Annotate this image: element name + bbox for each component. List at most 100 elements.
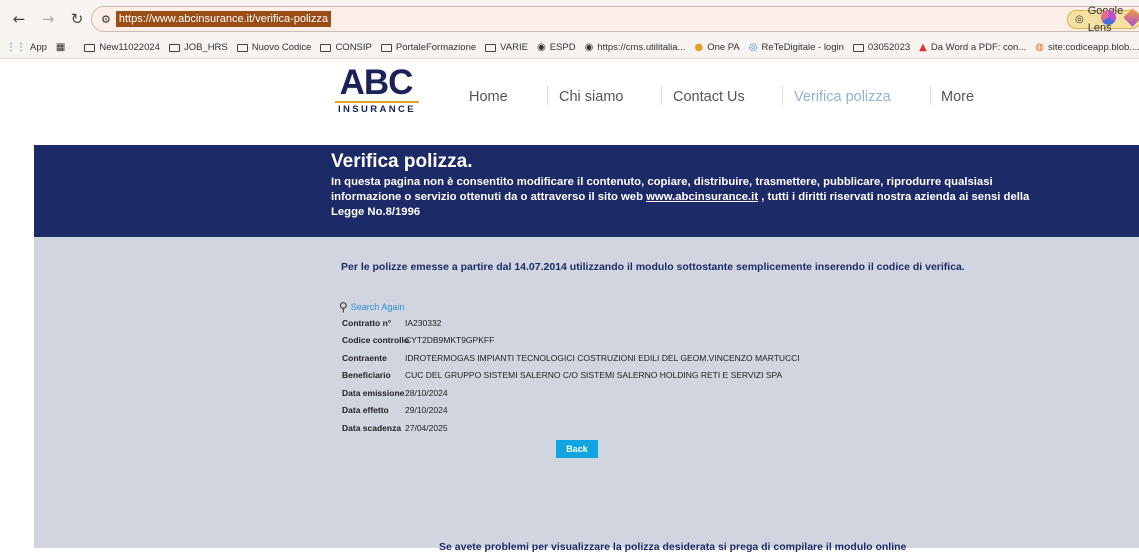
bookmark-item[interactable]: JOB_HRS (168, 42, 228, 53)
site-icon: ◍ (1035, 41, 1044, 53)
pdf-icon: ▲ (919, 41, 927, 53)
bookmark-label: Nuovo Codice (251, 42, 312, 53)
back-button[interactable]: Back (556, 440, 598, 458)
search-icon: ⚲ (339, 300, 348, 314)
site-link[interactable]: www.abcinsurance.it (646, 191, 758, 203)
policy-details: Contratto n° IA230332 Codice controllo CYT2… (331, 314, 800, 437)
menu-verifica-polizza[interactable]: Verifica polizza (794, 89, 891, 105)
detail-value: 28/10/2024 (405, 387, 448, 398)
bookmark-label: CONSIP (335, 42, 372, 53)
detail-value: IDROTERMOGAS IMPIANTI TECNOLOGICI COSTRU… (405, 352, 800, 363)
detail-label: Beneficiario (342, 370, 391, 381)
bookmark-item[interactable]: ◉ https://cms.utilitalia... (585, 42, 686, 53)
bookmark-label: https://cms.utilitalia... (597, 42, 686, 53)
bookmark-item[interactable]: ● One PA (694, 42, 739, 53)
bookmark-item[interactable]: ◎ ReTeDigitale - login (749, 42, 844, 53)
menu-more[interactable]: More (941, 89, 974, 105)
bookmark-label: PortaleFormazione (395, 42, 477, 53)
apps-grid-icon: ⋮⋮ (6, 41, 26, 53)
retedigitale-icon: ◎ (748, 41, 758, 53)
folder-icon (852, 43, 864, 52)
bookmark-label: ReTeDigitale - login (761, 42, 844, 53)
bookmark-item[interactable]: CONSIP (320, 42, 372, 53)
detail-row: Contratto n° IA230332 (331, 314, 800, 332)
detail-label: Contraente (342, 352, 387, 363)
web-page: ABC INSURANCE Home Chi siamo Contact Us … (0, 59, 1139, 553)
page-title: Verifica polizza. (331, 151, 473, 172)
bookmark-label: App (30, 42, 47, 53)
menu-home[interactable]: Home (469, 89, 508, 105)
bookmark-item[interactable]: PortaleFormazione (380, 42, 477, 53)
folder-icon (485, 43, 497, 52)
onepa-icon: ● (694, 41, 704, 53)
detail-row: Codice controllo CYT2DB9MKT9GPKFF (331, 332, 800, 350)
reload-icon[interactable]: ↻ (66, 10, 88, 28)
detail-value: 29/10/2024 (405, 405, 448, 416)
globe-icon: ◉ (584, 41, 594, 53)
folder-icon (320, 43, 332, 52)
bookmark-item[interactable]: ▦ (55, 41, 66, 53)
menu-chi-siamo[interactable]: Chi siamo (559, 89, 623, 105)
bookmarks-bar: ⋮⋮ App ▦ New11022024 JOB_HRS Nuovo Codice CONS… (0, 37, 1139, 59)
footer-note: Se avete problemi per visualizzare la po… (439, 541, 907, 553)
detail-row: Data scadenza 27/04/2025 (331, 419, 800, 437)
bookmark-label: New11022024 (99, 42, 160, 53)
hero-banner: Verifica polizza. In questa pagina non è… (34, 145, 1139, 237)
folder-icon (236, 43, 248, 52)
folder-icon (380, 43, 392, 52)
browser-toolbar: ← → ↻ ⚙ https://www.abcinsurance.it/veri… (0, 0, 1139, 37)
lens-icon: ◎ (1075, 14, 1084, 25)
bookmark-item[interactable]: VARIE (485, 42, 528, 53)
bookmark-item[interactable]: 03052023 (852, 42, 911, 53)
detail-value: CUC DEL GRUPPO SISTEMI SALERNO C/O SISTE… (405, 370, 783, 381)
menu-divider (782, 86, 783, 105)
folder-icon (84, 43, 96, 52)
detail-label: Data emissione (342, 387, 405, 398)
detail-row: Data emissione 28/10/2024 (331, 384, 800, 402)
detail-value: CYT2DB9MKT9GPKFF (405, 335, 495, 346)
disclaimer-text: In questa pagina non è consentito modifi… (331, 175, 1051, 220)
abc-insurance-logo[interactable]: ABC INSURANCE (333, 65, 419, 115)
detail-row: Beneficiario CUC DEL GRUPPO SISTEMI SALER… (331, 367, 800, 385)
logo-subtext: INSURANCE (335, 101, 419, 115)
intro-text: Per le polizze emesse a partire dal 14.0… (341, 261, 965, 273)
menu-divider (547, 86, 548, 105)
bookmark-item[interactable]: ▲ Da Word a PDF: con... (919, 42, 1026, 53)
detail-label: Data effetto (342, 405, 389, 416)
bookmark-label: 03052023 (867, 42, 911, 53)
detail-label: Contratto n° (342, 317, 392, 328)
folder-icon (168, 43, 180, 52)
forward-arrow-icon[interactable]: → (37, 10, 59, 28)
globe-icon: ◉ (536, 41, 546, 53)
bookmark-label: One PA (707, 42, 740, 53)
bookmark-item[interactable]: ◉ ESPD (537, 42, 576, 53)
site-info-icon[interactable]: ⚙ (101, 13, 111, 26)
back-arrow-icon[interactable]: ← (8, 10, 30, 28)
menu-divider (661, 86, 662, 105)
verification-panel: Per le polizze emesse a partire dal 14.0… (34, 237, 1139, 553)
bookmark-label: ESPD (549, 42, 576, 53)
menu-divider (930, 86, 931, 105)
search-again-link[interactable]: ⚲ Search Again (339, 300, 404, 314)
bookmark-item[interactable]: ◍ site:codiceapp.blob.... (1035, 42, 1139, 53)
detail-value: IA230332 (405, 317, 442, 328)
menu-contact-us[interactable]: Contact Us (673, 89, 745, 105)
detail-value: 27/04/2025 (405, 422, 448, 433)
bookmark-label: VARIE (500, 42, 528, 53)
detail-row: Contraente IDROTERMOGAS IMPIANTI TECNOLOG… (331, 349, 800, 367)
bookmark-item[interactable]: Nuovo Codice (236, 42, 312, 53)
detail-label: Codice controllo (342, 335, 410, 346)
url-text[interactable]: https://www.abcinsurance.it/verifica-pol… (115, 11, 331, 27)
search-again-label: Search Again (350, 302, 405, 312)
bookmark-label: Da Word a PDF: con... (930, 42, 1027, 53)
tab-groups-icon: ▦ (55, 41, 66, 53)
extension-icon[interactable] (1101, 10, 1116, 25)
bookmark-item[interactable]: New11022024 (84, 42, 160, 53)
detail-label: Data scadenza (342, 422, 402, 433)
address-bar[interactable]: ⚙ https://www.abcinsurance.it/verifica-p… (91, 5, 1139, 34)
bookmark-item[interactable]: ⋮⋮ App (6, 42, 47, 53)
logo-text: ABC (339, 63, 414, 102)
bookmark-label: site:codiceapp.blob.... (1048, 42, 1139, 53)
detail-row: Data effetto 29/10/2024 (331, 402, 800, 420)
bookmark-label: JOB_HRS (183, 42, 228, 53)
